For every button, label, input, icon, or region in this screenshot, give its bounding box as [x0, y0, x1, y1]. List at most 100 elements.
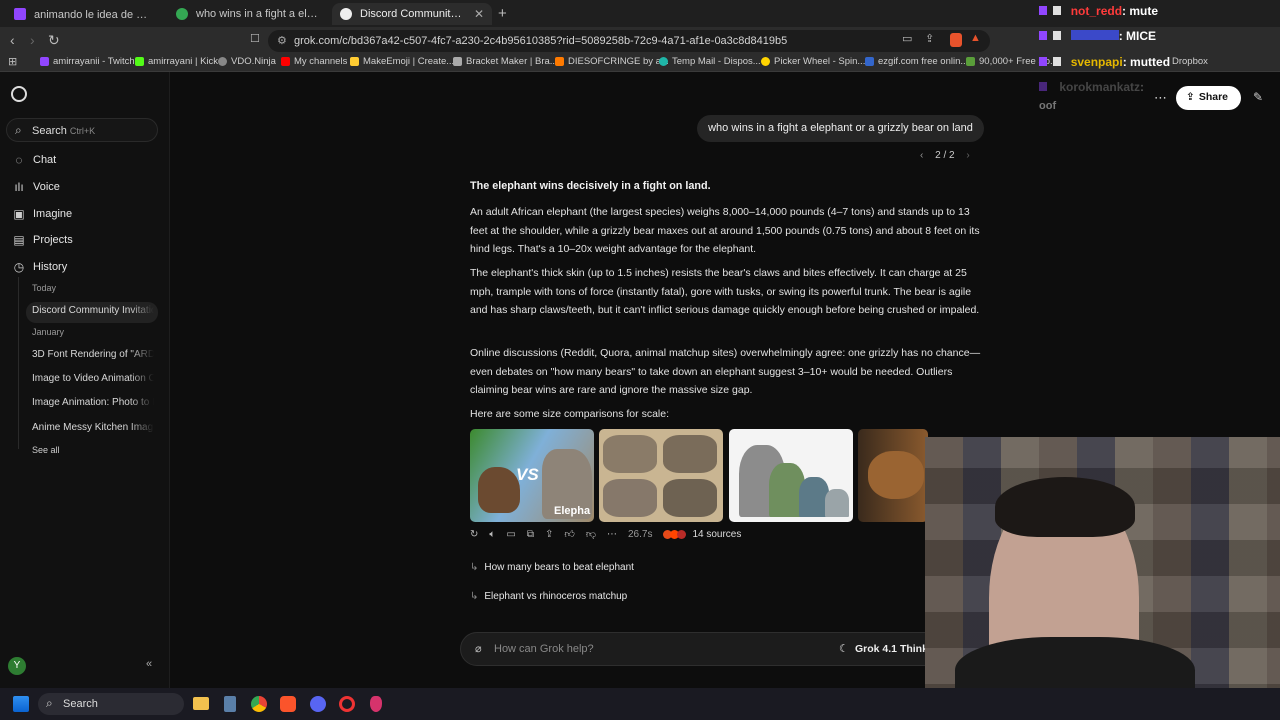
photo-cell	[663, 435, 717, 473]
source-favicon	[677, 529, 687, 539]
grizzly-bear-image[interactable]	[858, 429, 928, 522]
sources-button[interactable]: 14 sources	[663, 529, 752, 540]
brave-rewards-icon[interactable]: ▲	[970, 32, 981, 44]
avatar[interactable]: Y	[8, 657, 26, 675]
back-icon[interactable]: ‹	[10, 32, 15, 48]
more-icon[interactable]: ⋯	[607, 529, 617, 540]
app-icon[interactable]	[370, 696, 382, 712]
regenerate-icon[interactable]: ↻	[470, 529, 478, 540]
address-bar[interactable]: ⚙ grok.com/c/bd367a42-c507-4fc7-a230-2c4…	[268, 30, 990, 52]
bookmark-makeemoji[interactable]: MakeEmoji | Create...	[350, 56, 454, 67]
elephant-bear-grid-image[interactable]	[599, 429, 723, 522]
bookmark-channels[interactable]: My channels	[281, 56, 347, 67]
vs-label: VS	[516, 465, 539, 484]
bookmark-icon[interactable]: ☐	[250, 32, 260, 45]
windows-start-icon[interactable]	[13, 696, 29, 712]
forward-icon[interactable]: ›	[30, 32, 35, 48]
answer-paragraph: Online discussions (Reddit, Quora, anima…	[470, 347, 981, 397]
nav-imagine[interactable]: ▣ Imagine	[12, 207, 72, 221]
cast-icon[interactable]: ▭	[902, 32, 912, 45]
history-item[interactable]: Image Animation: Photo to I	[32, 397, 154, 408]
collapse-sidebar-icon[interactable]: «	[146, 658, 152, 670]
bookmark-diesofcringe[interactable]: DIESOFCRINGE by a...	[555, 56, 669, 67]
taskbar-search[interactable]: ⌕ Search	[38, 693, 184, 715]
badge-icon	[1053, 31, 1062, 40]
badge-icon	[1039, 6, 1047, 15]
share-button[interactable]: ⇪ Share	[1176, 86, 1241, 110]
size-comparison-image[interactable]	[729, 429, 853, 522]
response-pager: ‹ 2 / 2 ›	[920, 150, 970, 161]
history-item[interactable]: 3D Font Rendering of "ARD	[32, 349, 154, 360]
next-response-icon[interactable]: ›	[966, 150, 969, 161]
google-icon	[176, 8, 188, 20]
projects-icon: ▤	[13, 233, 25, 247]
more-options-icon[interactable]: ⋯	[1154, 90, 1167, 106]
see-all-link[interactable]: See all	[32, 445, 60, 455]
history-icon: ◷	[13, 260, 25, 274]
history-tree-line	[18, 277, 19, 449]
photo-cell	[603, 435, 657, 473]
search-box[interactable]: ⌕ Search Ctrl+K	[6, 118, 158, 142]
bear-figure	[478, 467, 520, 513]
prev-response-icon[interactable]: ‹	[920, 150, 923, 161]
thumbs-down-icon[interactable]: 👎︎	[586, 528, 596, 540]
badge-icon	[1039, 31, 1047, 40]
badge-icon	[1039, 57, 1047, 66]
site-settings-icon[interactable]: ⚙	[277, 34, 287, 47]
followup-arrow-icon: ↳	[470, 591, 479, 602]
copy-icon[interactable]: ⧉	[527, 529, 534, 540]
nav-chat[interactable]: ◌ Chat	[12, 153, 56, 167]
history-section-january: January	[32, 327, 65, 337]
answer-heading: The elephant wins decisively in a fight …	[470, 180, 711, 192]
bookmark-pickerwheel[interactable]: Picker Wheel - Spin...	[761, 56, 865, 67]
reload-icon[interactable]: ↻	[48, 32, 60, 49]
moon-icon: ☾	[839, 643, 849, 655]
nav-history[interactable]: ◷ History	[12, 260, 67, 274]
bookmark-bracket[interactable]: Bracket Maker | Bra...	[453, 56, 558, 67]
history-item[interactable]: Discord Community Invitatio	[32, 305, 154, 316]
search-icon: ⌕	[46, 696, 53, 710]
read-aloud-icon[interactable]: 🔈︎	[489, 529, 495, 540]
new-tab-button[interactable]: +	[498, 5, 507, 22]
nav-voice[interactable]: ılı Voice	[12, 180, 60, 194]
file-explorer-icon[interactable]	[193, 697, 209, 710]
calculator-icon[interactable]	[224, 696, 236, 712]
tab-twitch[interactable]: animando le idea de @Shiiyo ✧ - CO	[6, 3, 162, 25]
bookmark-vdo[interactable]: VDO.Ninja	[218, 56, 276, 67]
share-icon[interactable]: ⇪	[545, 529, 553, 540]
grok-logo-icon[interactable]	[11, 86, 27, 102]
tab-discord-invitation[interactable]: Discord Community Invitation Li ✕	[332, 3, 492, 25]
share-page-icon[interactable]: ⇪	[925, 32, 934, 45]
nav-projects[interactable]: ▤ Projects	[12, 233, 72, 247]
history-item[interactable]: Image to Video Animation C	[32, 373, 154, 384]
history-item[interactable]: Anime Messy Kitchen Imag	[32, 422, 154, 433]
chrome-icon[interactable]	[251, 696, 267, 712]
prompt-placeholder: How can Grok help?	[494, 643, 594, 655]
tab-title: animando le idea de @Shiiyo ✧ - CO	[34, 8, 154, 21]
apps-grid-icon[interactable]: ⊞	[8, 55, 17, 68]
followup-suggestion[interactable]: ↳ How many bears to beat elephant	[470, 562, 634, 573]
obs-icon[interactable]	[339, 696, 355, 712]
prompt-composer[interactable]: ⌀ How can Grok help? ☾ Grok 4.1 Thinkin	[460, 632, 990, 666]
brave-icon[interactable]	[280, 696, 296, 712]
badge-icon	[1053, 6, 1062, 15]
close-tab-icon[interactable]: ✕	[474, 7, 484, 21]
response-time: 26.7s	[627, 528, 653, 540]
photo-cell	[603, 479, 657, 517]
new-chat-icon[interactable]: ✎	[1253, 90, 1263, 104]
bookmark-ezgif[interactable]: ezgif.com free onlin...	[865, 56, 968, 67]
bookmark-tempmail[interactable]: Temp Mail - Dispos...	[659, 56, 761, 67]
badge-icon	[1053, 57, 1062, 66]
thumbs-up-icon[interactable]: 👍︎	[564, 528, 574, 540]
obscured-username	[1070, 30, 1119, 40]
bear-vs-elephant-image[interactable]: VS Elepha	[470, 429, 594, 522]
followup-suggestion[interactable]: ↳ Elephant vs rhinoceros matchup	[470, 591, 627, 602]
tab-grok-question[interactable]: who wins in a fight a elephant or a g	[168, 3, 326, 25]
grok-icon	[340, 8, 352, 20]
discord-icon[interactable]	[310, 696, 326, 712]
comment-icon[interactable]: ▭	[506, 529, 515, 540]
bookmark-twitch[interactable]: amirrayanii - Twitch	[40, 56, 135, 67]
attach-icon[interactable]: ⌀	[475, 642, 482, 655]
brave-shields-icon[interactable]	[950, 33, 962, 47]
bookmark-kick[interactable]: amirrayani | Kick	[135, 56, 218, 67]
